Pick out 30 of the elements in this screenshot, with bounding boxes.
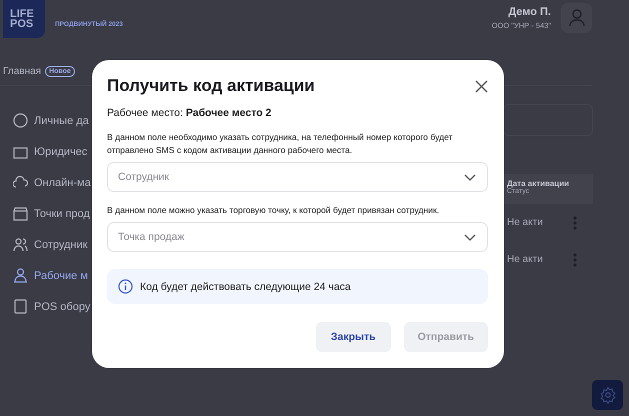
person-icon [568, 9, 584, 27]
close-icon[interactable] [475, 80, 488, 92]
chevron-down-icon [464, 174, 476, 181]
info-icon [118, 279, 133, 294]
menu-item-icon [13, 113, 28, 128]
settings-button[interactable] [592, 380, 623, 410]
select-field[interactable]: Точка продаж [107, 222, 488, 252]
workplace-text: Рабочее место: Рабочее место 2 [107, 107, 272, 119]
field-hint: В данном поле можно указать торговую точку, к которой будет привязан сотрудник. [107, 204, 440, 217]
menu-item-icon [13, 268, 28, 283]
dialog-button[interactable]: Закрыть [316, 322, 391, 352]
user-name: Демо П. [508, 6, 551, 18]
select-field[interactable]: Сотрудник [107, 162, 488, 192]
home-link[interactable]: Главная [3, 66, 42, 77]
menu-item-icon [13, 299, 28, 314]
user-avatar-button[interactable] [561, 3, 592, 33]
modal-title: Получить код активации [107, 76, 315, 96]
column-title: Дата активации [507, 179, 570, 188]
status-cell: Не акти [507, 217, 543, 228]
menu-item-icon [13, 175, 28, 190]
chevron-down-icon [464, 234, 476, 241]
logo: LIFE POS [3, 0, 45, 38]
menu-item-icon [13, 237, 28, 252]
sidebar-item[interactable]: POS обору [13, 298, 113, 315]
settings-icon [598, 386, 616, 404]
menu-item-icon [13, 206, 28, 221]
field-hint: В данном поле необходимо указать сотрудника, на телефонный номер которого будет отправлено SMS с кодом активации данного рабочего места. [107, 131, 454, 157]
info-text: Код будет действовать следующие 24 часа [140, 280, 351, 292]
status-cell: Не акти [507, 254, 543, 265]
sidebar-item[interactable]: Рабочие м [13, 267, 113, 284]
